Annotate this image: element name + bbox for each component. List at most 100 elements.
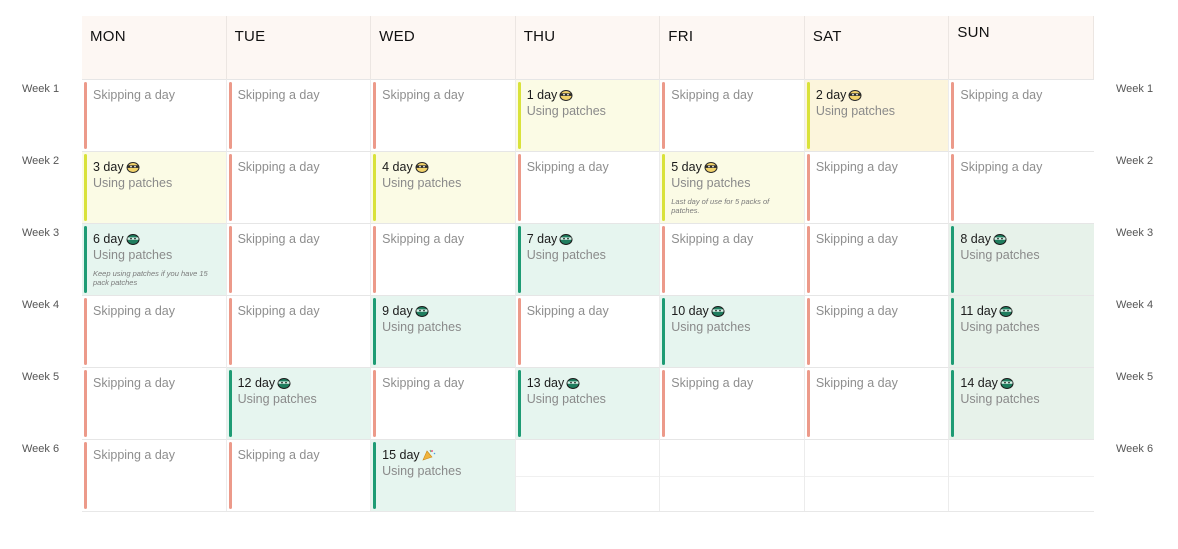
skip-label: Skipping a day (960, 160, 1043, 174)
calendar-cell-skip[interactable]: Skipping a day (949, 151, 1094, 223)
calendar-cell-skip[interactable]: Skipping a day (804, 367, 950, 439)
skip-label: Skipping a day (815, 304, 898, 318)
skip-label: Skipping a day (815, 232, 898, 246)
using-label: Using patches (93, 248, 173, 262)
calendar-cell-patch[interactable]: 5 day Using patches Last day of use for … (660, 151, 805, 223)
calendar-cell-skip[interactable]: Skipping a day (371, 367, 516, 439)
day-count: 5 day (671, 159, 796, 175)
day-count: 7 day (527, 231, 652, 247)
skip-label: Skipping a day (382, 376, 465, 390)
calendar-cell-patch[interactable]: 1 day Using patches (515, 79, 661, 151)
calendar-cell-skip[interactable]: Skipping a day (82, 367, 227, 439)
ninja-face-icon (559, 89, 573, 101)
day-count: 8 day (960, 231, 1086, 247)
week-label: Week 2 (1116, 155, 1154, 167)
using-label: Using patches (526, 104, 606, 118)
calendar-cell-skip[interactable]: Skipping a day (515, 151, 661, 223)
calendar-cell-skip[interactable]: Skipping a day (226, 79, 372, 151)
calendar-cell-skip[interactable]: Skipping a day (804, 223, 950, 295)
skip-label: Skipping a day (237, 232, 320, 246)
calendar-cell-skip[interactable]: Skipping a day (226, 223, 372, 295)
week-label: Week 3 (22, 227, 60, 239)
calendar-cell-empty (949, 439, 1094, 511)
calendar-cell-empty (515, 439, 661, 511)
day-header-tue: TUE (226, 16, 372, 79)
using-label: Using patches (237, 392, 317, 406)
skip-label: Skipping a day (671, 88, 754, 102)
week-label: Week 2 (22, 155, 60, 167)
calendar-cell-patch[interactable]: 11 day Using patches (949, 295, 1094, 367)
skip-label: Skipping a day (382, 232, 465, 246)
week-label: Week 5 (22, 371, 60, 383)
week-label: Week 1 (22, 83, 60, 95)
using-label: Using patches (815, 104, 896, 118)
ninja-face-icon (126, 161, 140, 173)
day-header-sat: SAT (804, 16, 950, 79)
skip-label: Skipping a day (671, 232, 754, 246)
day-count: 9 day (382, 303, 507, 319)
day-count: 3 day (93, 159, 218, 175)
calendar-cell-patch[interactable]: 8 day Using patches (949, 223, 1094, 295)
using-label: Using patches (526, 392, 606, 406)
using-label: Using patches (960, 320, 1040, 334)
calendar-cell-patch[interactable]: 4 day Using patches (371, 151, 516, 223)
day-count: 1 day (527, 87, 652, 103)
day-count: 6 day (93, 231, 218, 247)
calendar-cell-skip[interactable]: Skipping a day (660, 79, 805, 151)
ninja-green-icon (993, 233, 1007, 245)
calendar-cell-skip[interactable]: Skipping a day (804, 151, 950, 223)
calendar-cell-patch[interactable]: 7 day Using patches (515, 223, 661, 295)
calendar-cell-patch[interactable]: 15 day Using patches (371, 439, 516, 511)
calendar-cell-skip[interactable]: Skipping a day (82, 79, 227, 151)
using-label: Using patches (671, 176, 751, 190)
week-label: Week 1 (1116, 83, 1154, 95)
calendar-cell-patch[interactable]: 6 day Using patches Keep using patches i… (82, 223, 227, 295)
week-label: Week 4 (1116, 299, 1154, 311)
ninja-green-icon (711, 305, 725, 317)
using-label: Using patches (382, 320, 462, 334)
calendar-cell-skip[interactable]: Skipping a day (371, 223, 516, 295)
calendar-cell-patch[interactable]: 10 day Using patches (660, 295, 805, 367)
calendar-cell-patch[interactable]: 2 day Using patches (804, 79, 950, 151)
calendar-cell-skip[interactable]: Skipping a day (82, 439, 227, 511)
calendar-cell-skip[interactable]: Skipping a day (804, 295, 950, 367)
using-label: Using patches (382, 464, 462, 478)
cell-note: Keep using patches if you have 15 pack p… (93, 269, 208, 287)
skip-label: Skipping a day (526, 304, 609, 318)
skip-label: Skipping a day (815, 376, 898, 390)
calendar-cell-skip[interactable]: Skipping a day (949, 79, 1094, 151)
using-label: Using patches (671, 320, 751, 334)
calendar-cell-patch[interactable]: 14 day Using patches (949, 367, 1094, 439)
week-label: Week 6 (1116, 443, 1154, 455)
week-label: Week 4 (22, 299, 60, 311)
calendar-cell-empty (804, 439, 950, 511)
calendar-cell-patch[interactable]: 12 day Using patches (226, 367, 372, 439)
ninja-green-icon (415, 305, 429, 317)
calendar-cell-patch[interactable]: 13 day Using patches (515, 367, 661, 439)
ninja-green-icon (126, 233, 140, 245)
calendar-cell-skip[interactable]: Skipping a day (226, 439, 372, 511)
skip-label: Skipping a day (237, 304, 320, 318)
day-count: 4 day (382, 159, 507, 175)
calendar-cell-skip[interactable]: Skipping a day (226, 151, 372, 223)
calendar-cell-skip[interactable]: Skipping a day (371, 79, 516, 151)
ninja-green-icon (559, 233, 573, 245)
calendar-cell-patch[interactable]: 9 day Using patches (371, 295, 516, 367)
calendar-cell-skip[interactable]: Skipping a day (82, 295, 227, 367)
skip-label: Skipping a day (671, 376, 754, 390)
day-count: 10 day (671, 303, 796, 319)
skip-label: Skipping a day (93, 88, 176, 102)
calendar-cell-patch[interactable]: 3 day Using patches (82, 151, 227, 223)
calendar-cell-skip[interactable]: Skipping a day (660, 223, 805, 295)
day-count: 15 day (382, 447, 507, 463)
calendar-cell-skip[interactable]: Skipping a day (226, 295, 372, 367)
using-label: Using patches (960, 392, 1040, 406)
party-popper-icon (422, 449, 436, 461)
ninja-green-icon (277, 377, 291, 389)
calendar-cell-skip[interactable]: Skipping a day (660, 367, 805, 439)
ninja-green-icon (1000, 377, 1014, 389)
skip-label: Skipping a day (93, 376, 176, 390)
calendar-cell-skip[interactable]: Skipping a day (515, 295, 661, 367)
week-label: Week 6 (22, 443, 60, 455)
using-label: Using patches (93, 176, 173, 190)
